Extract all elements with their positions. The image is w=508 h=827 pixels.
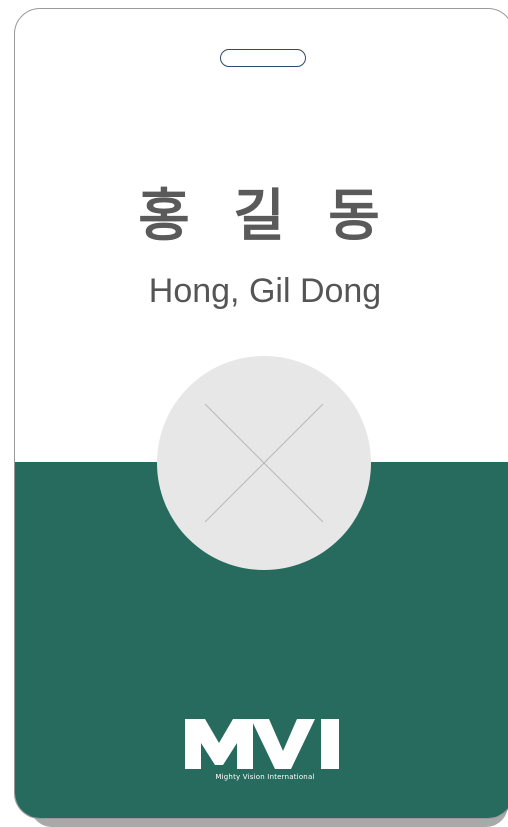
company-logo: Mighty Vision International — [183, 715, 347, 793]
id-card-stage: 홍 길 동 Hong, Gil Dong Mighty Vision Inter… — [0, 0, 508, 827]
name-english: Hong, Gil Dong — [148, 272, 382, 310]
lanyard-slot — [220, 49, 306, 67]
mvi-logo-mark-icon — [185, 719, 339, 769]
photo-placeholder[interactable] — [157, 356, 371, 570]
id-card: 홍 길 동 Hong, Gil Dong Mighty Vision Inter… — [14, 8, 508, 819]
x-placeholder-icon — [204, 403, 324, 523]
logo-tagline: Mighty Vision International — [215, 773, 315, 781]
name-korean: 홍 길 동 — [138, 184, 392, 249]
